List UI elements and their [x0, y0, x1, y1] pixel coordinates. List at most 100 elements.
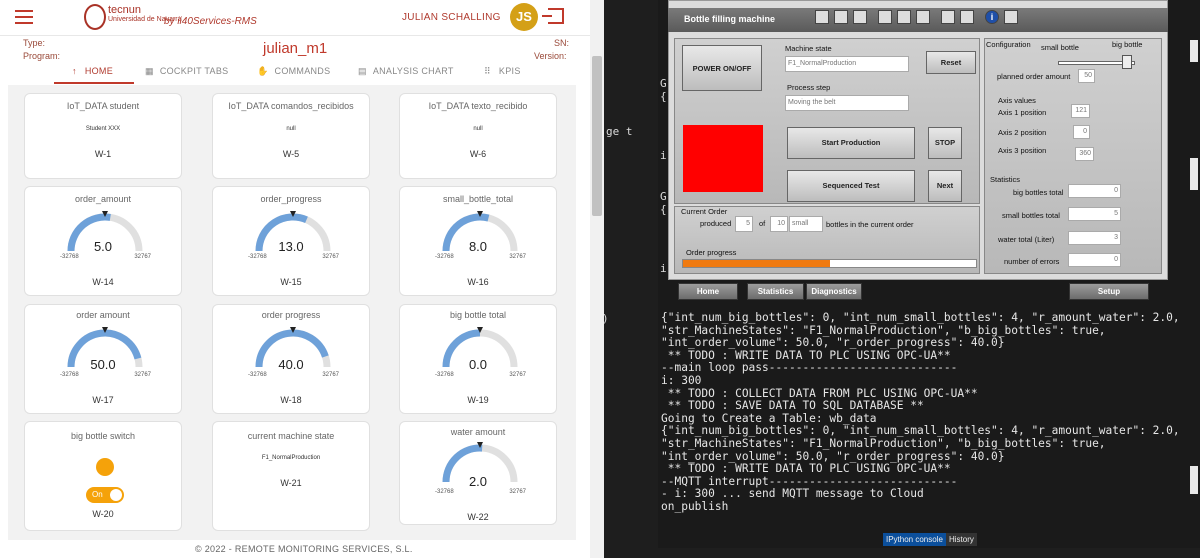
gauge-min: -32768 — [248, 372, 267, 378]
of-label: of — [759, 219, 766, 228]
current-order-label: Current Order — [681, 207, 728, 216]
start-production-button[interactable]: Start Production — [787, 127, 915, 159]
hand-icon: ✋ — [257, 66, 269, 76]
small-total-field: 5 — [1068, 207, 1121, 221]
gauge-card-w22: water amount 2.0 -32768 32767 W-22 — [399, 421, 557, 525]
gauge-title: order amount — [76, 310, 130, 320]
gauge-title: water amount — [450, 427, 506, 437]
widget-value: F1_NormalProduction — [261, 455, 321, 461]
planned-amount-label: planned order amount — [997, 72, 1071, 81]
produced-field: 5 — [735, 216, 753, 232]
stop-button[interactable]: STOP — [928, 127, 962, 159]
sn-label: SN: — [554, 38, 570, 48]
gauge-title: order_progress — [260, 194, 322, 204]
chat-icon[interactable] — [960, 10, 974, 24]
page-title: julian_m1 — [263, 40, 328, 57]
menu-icon[interactable] — [15, 10, 33, 24]
console-line: --main loop pass------------------------… — [661, 361, 958, 375]
tab-kpis[interactable]: ⠿ KPIS — [484, 66, 521, 77]
tab-home[interactable]: ↑ HOME — [72, 66, 113, 76]
gauge-min: -32768 — [435, 489, 454, 495]
logo-name: tecnun — [108, 4, 142, 16]
power-button[interactable]: POWER ON/OFF — [682, 45, 762, 91]
print-icon[interactable] — [853, 10, 867, 24]
gauge-min: -32768 — [435, 254, 454, 260]
nav-diagnostics-button[interactable]: Diagnostics — [806, 283, 862, 300]
nav-setup-button[interactable]: Setup — [1069, 283, 1149, 300]
console-line: {"int_num_big_bottles": 0, "int_num_smal… — [661, 311, 1180, 324]
info-icon[interactable]: i — [985, 10, 999, 24]
fullscreen-icon[interactable] — [897, 10, 911, 24]
gauge-value: 50.0 — [90, 357, 116, 372]
transfer-icon[interactable] — [941, 10, 955, 24]
gauge-max: 32767 — [134, 254, 151, 260]
slider-handle[interactable] — [1122, 55, 1132, 69]
gauge-card-w19: big bottle total 0.0 -32768 32767 W-19 — [399, 304, 557, 414]
logout-icon[interactable] — [542, 8, 564, 24]
gauge-value: 0.0 — [468, 357, 488, 372]
monitor-icon[interactable] — [815, 10, 829, 24]
order-total-field: 10 — [770, 216, 788, 232]
console-fragment: { — [660, 90, 667, 103]
widget-id: W-6 — [469, 149, 487, 159]
console-line: ** TODO : SAVE DATA TO SQL DATABASE ** — [661, 399, 924, 413]
console-line: "int_order_volume": 50.0, "r_order_progr… — [661, 336, 1005, 350]
next-button[interactable]: Next — [928, 170, 962, 202]
dashboard-browser: tecnun Universidad de Navarra by ii40Ser… — [0, 0, 604, 558]
small-total-label: small bottles total — [1002, 211, 1060, 220]
widget-id: W-16 — [467, 277, 489, 287]
configuration-label: Configuration — [986, 40, 1031, 49]
state-card-w21: current machine state F1_NormalProductio… — [212, 421, 370, 531]
tab-analysis-chart[interactable]: ▤ ANALYSIS CHART — [358, 66, 454, 77]
water-total-field: 3 — [1068, 231, 1121, 245]
big-bottle-label: big bottle — [1112, 40, 1143, 49]
bottles-text: bottles in the current order — [826, 220, 914, 229]
dots-grid-icon: ⠿ — [484, 66, 491, 76]
service-tagline: by ii40Services-RMS — [164, 16, 257, 27]
console-fragment: G — [660, 190, 667, 203]
widget-card-w6: IoT_DATA texto_recibido null W-6 — [399, 93, 557, 179]
editor-fragment: ge t — [606, 125, 633, 138]
axis3-field: 360 — [1075, 147, 1094, 161]
avatar[interactable]: JS — [510, 3, 538, 31]
gauge-title: order progress — [261, 310, 321, 320]
window-icon[interactable] — [916, 10, 930, 24]
tab-commands[interactable]: ✋ COMMANDS — [257, 66, 330, 77]
chart-icon: ▤ — [358, 66, 367, 76]
widget-value: null — [473, 126, 483, 132]
windows-icon[interactable] — [1004, 10, 1018, 24]
tab-cockpit[interactable]: ▦ COCKPIT TABS — [145, 66, 228, 77]
status-indicator — [96, 458, 114, 476]
console-line: on_publish — [661, 500, 729, 513]
gauge-card-w16: small_bottle_total 8.0 -32768 32767 W-16 — [399, 186, 557, 296]
tools-icon[interactable] — [878, 10, 892, 24]
toggle-label: On — [92, 490, 103, 499]
widget-id: W-22 — [467, 512, 489, 522]
axis2-label: Axis 2 position — [998, 128, 1047, 137]
status-indicator-red — [683, 125, 763, 192]
side-scroll-indicator — [1190, 466, 1198, 494]
tab-history[interactable]: History — [946, 533, 977, 546]
active-tab-indicator — [54, 82, 134, 84]
tab-ipython-console[interactable]: IPython console — [883, 533, 946, 546]
gauge-max: 32767 — [322, 254, 339, 260]
gauge-title: small_bottle_total — [442, 194, 514, 204]
console-line: - i: 300 ... send MQTT message to Cloud — [661, 487, 924, 501]
planned-amount-field[interactable]: 50 — [1078, 69, 1095, 83]
big-bottle-toggle[interactable]: On — [86, 487, 124, 503]
nav-statistics-button[interactable]: Statistics — [747, 283, 804, 300]
nav-home-button[interactable]: Home — [678, 283, 738, 300]
tab-cockpit-label: COCKPIT TABS — [159, 66, 229, 76]
console-line: --MQTT interrupt------------------------… — [661, 474, 958, 488]
small-bottle-label: small bottle — [1041, 43, 1079, 52]
gauge-min: -32768 — [60, 254, 79, 260]
widget-title: current machine state — [247, 431, 335, 441]
type-label: Type: — [23, 38, 46, 48]
reset-button[interactable]: Reset — [926, 51, 976, 74]
sequenced-test-button[interactable]: Sequenced Test — [787, 170, 915, 202]
save-icon[interactable] — [834, 10, 848, 24]
gauge-value: 5.0 — [93, 239, 113, 254]
scrollbar-thumb[interactable] — [592, 56, 602, 216]
gauge-value: 8.0 — [468, 239, 488, 254]
widget-id: W-5 — [282, 149, 300, 159]
